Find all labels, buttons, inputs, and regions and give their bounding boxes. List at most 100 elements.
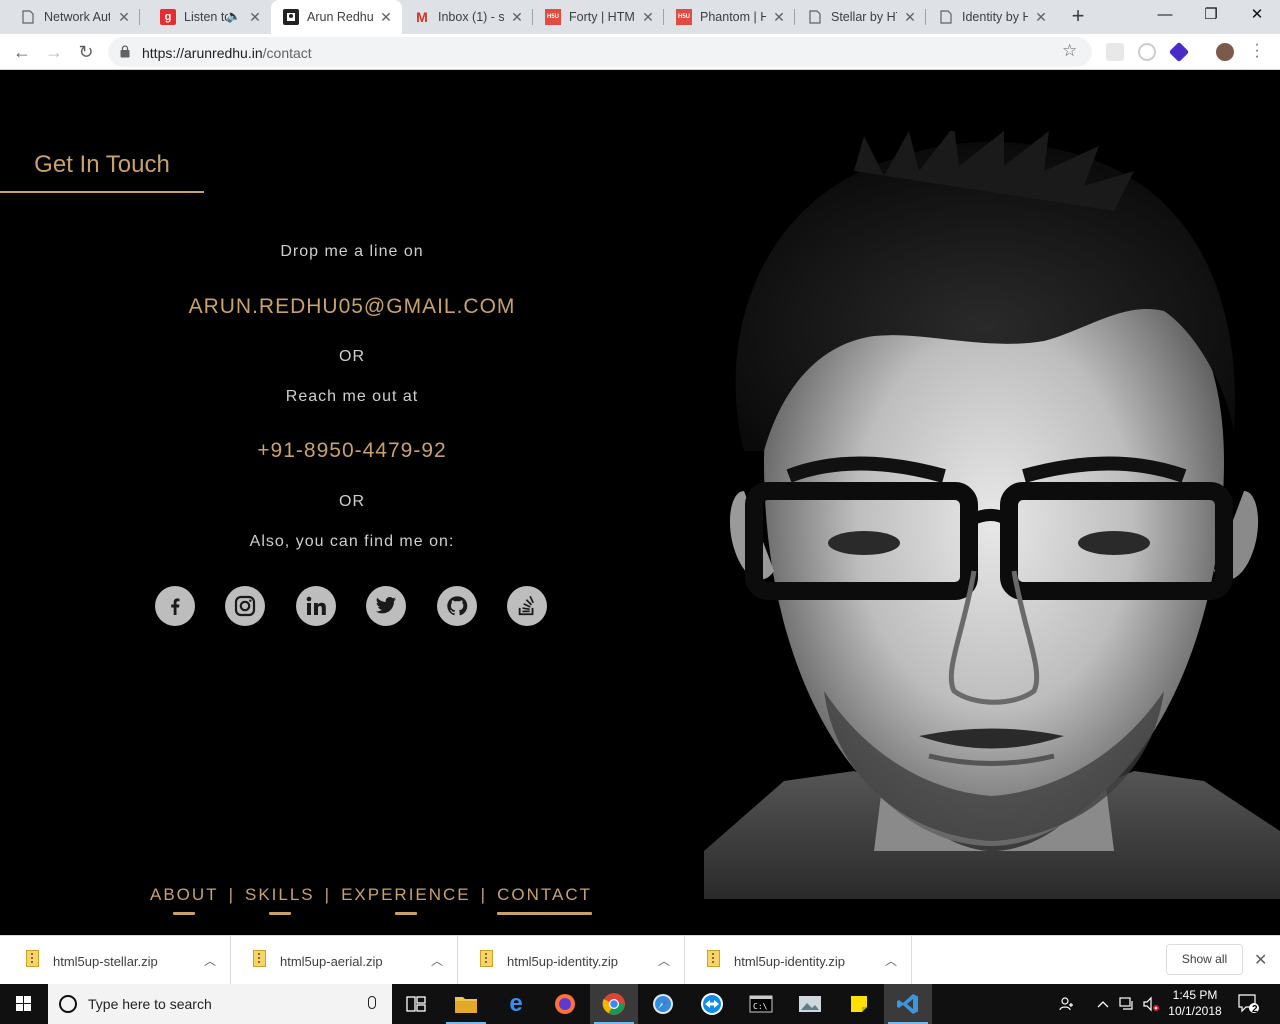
profile-avatar[interactable]	[1216, 43, 1234, 61]
download-item[interactable]: html5up-stellar.zip ︿	[4, 936, 231, 985]
html5up-icon: H5U	[676, 9, 692, 25]
show-all-button[interactable]: Show all	[1166, 944, 1243, 975]
facebook-icon[interactable]	[155, 586, 195, 626]
nav-separator: |	[228, 885, 235, 904]
new-tab-button[interactable]: +	[1066, 5, 1090, 29]
page-icon	[807, 9, 823, 25]
tab-arun-redhu[interactable]: Arun Redhu ✕	[271, 0, 402, 34]
instagram-icon[interactable]	[225, 586, 265, 626]
system-clock[interactable]: 1:45 PM 10/1/2018	[1160, 987, 1230, 1019]
chevron-up-icon[interactable]: ︿	[885, 952, 897, 969]
linkedin-icon[interactable]	[296, 586, 336, 626]
restore-button[interactable]: ❐	[1188, 0, 1234, 32]
extension-diamond-icon[interactable]	[1168, 41, 1190, 63]
url-path: /contact	[262, 45, 312, 61]
svg-text:C:\: C:\	[753, 1002, 768, 1011]
chevron-up-icon[interactable]: ︿	[658, 952, 670, 969]
firefox-icon[interactable]	[541, 984, 589, 1024]
reload-button[interactable]: ↻	[74, 40, 98, 64]
tab-title: Forty | HTML	[569, 10, 635, 24]
close-icon[interactable]: ✕	[116, 9, 132, 25]
nav-separator: |	[324, 885, 332, 904]
download-item[interactable]: html5up-aerial.zip ︿	[231, 936, 458, 985]
file-explorer-icon[interactable]	[442, 984, 490, 1024]
notifications-icon[interactable]: 2	[1234, 984, 1264, 1024]
extension-circle-icon[interactable]	[1138, 43, 1156, 61]
tab-stellar[interactable]: Stellar by HT ✕	[795, 0, 926, 34]
nav-skills-link[interactable]: SKILLS	[245, 885, 315, 915]
or-text: OR	[339, 348, 365, 365]
safari-icon[interactable]	[639, 984, 687, 1024]
photos-app-icon[interactable]	[786, 984, 834, 1024]
download-filename: html5up-aerial.zip	[280, 954, 383, 969]
chrome-icon[interactable]	[590, 984, 638, 1024]
tab-network[interactable]: Network Aut ✕	[0, 0, 140, 34]
chevron-up-icon[interactable]: ︿	[204, 952, 216, 969]
tab-strip: Network Aut ✕ g Listen to 🔈 ✕ Arun Redhu…	[0, 0, 1280, 34]
profile-photo	[704, 131, 1280, 899]
windows-taskbar: Type here to search e C:\ 1:45 PM 10/1/2…	[0, 984, 1280, 1024]
download-item[interactable]: html5up-identity.zip ︿	[458, 936, 685, 985]
nav-about-link[interactable]: ABOUT	[150, 885, 219, 915]
tab-gaana[interactable]: g Listen to 🔈 ✕	[140, 0, 271, 34]
tab-title: Listen to	[184, 10, 228, 24]
start-button[interactable]	[0, 984, 48, 1024]
bookmark-star-icon[interactable]: ☆	[1062, 41, 1077, 61]
download-filename: html5up-stellar.zip	[53, 954, 158, 969]
sticky-notes-icon[interactable]	[835, 984, 883, 1024]
close-icon[interactable]: ✕	[902, 9, 918, 25]
tab-forty[interactable]: H5U Forty | HTML ✕	[533, 0, 664, 34]
phone-link[interactable]: +91-8950-4479-92	[100, 439, 604, 463]
tab-title: Stellar by HT	[831, 10, 897, 24]
tab-gmail[interactable]: M Inbox (1) - s ✕	[402, 0, 533, 34]
back-button[interactable]: ←	[10, 40, 34, 64]
cortana-icon	[59, 995, 77, 1013]
menu-dots-icon[interactable]: · · ·	[1254, 37, 1260, 65]
vscode-icon[interactable]	[884, 984, 932, 1024]
close-icon[interactable]: ✕	[509, 9, 525, 25]
minimize-button[interactable]: —	[1142, 0, 1188, 32]
email-link[interactable]: ARUN.REDHU05@GMAIL.COM	[100, 295, 604, 319]
task-view-icon[interactable]	[392, 984, 440, 1024]
drop-line-text: Drop me a line on	[280, 243, 424, 260]
window-close-button[interactable]: ✕	[1234, 0, 1280, 32]
twitter-icon[interactable]	[366, 586, 406, 626]
extension-icon[interactable]	[1106, 43, 1124, 61]
tab-title: Network Aut	[44, 10, 110, 24]
download-item[interactable]: html5up-identity.zip ︿	[685, 936, 912, 985]
speaker-icon[interactable]: 🔈	[226, 9, 241, 23]
nav-contact-link[interactable]: CONTACT	[497, 885, 592, 915]
url-host: https://arunredhu.in	[142, 45, 263, 61]
volume-muted-icon[interactable]	[1140, 984, 1162, 1024]
close-icon[interactable]: ✕	[640, 9, 656, 25]
close-icon[interactable]: ✕	[1254, 950, 1267, 970]
stackoverflow-icon[interactable]	[507, 586, 547, 626]
close-icon[interactable]: ✕	[771, 9, 787, 25]
address-bar[interactable]: https://arunredhu.in/contact ☆	[108, 37, 1092, 67]
search-placeholder: Type here to search	[88, 996, 212, 1012]
tab-identity[interactable]: Identity by H ✕	[926, 0, 1057, 34]
zip-file-icon	[253, 950, 266, 967]
nav-experience-link[interactable]: EXPERIENCE	[341, 885, 471, 915]
edge-icon[interactable]: e	[492, 984, 540, 1024]
chevron-up-icon[interactable]: ︿	[431, 952, 443, 969]
close-icon[interactable]: ✕	[378, 9, 394, 25]
zip-file-icon	[480, 950, 493, 967]
teamviewer-icon[interactable]	[688, 984, 736, 1024]
github-icon[interactable]	[437, 586, 477, 626]
tab-phantom[interactable]: H5U Phantom | H ✕	[664, 0, 795, 34]
lock-icon[interactable]	[120, 45, 130, 58]
taskbar-search[interactable]: Type here to search	[48, 984, 392, 1024]
tab-title: Phantom | H	[700, 10, 766, 24]
close-icon[interactable]: ✕	[247, 9, 263, 25]
network-icon[interactable]	[1116, 984, 1138, 1024]
tab-title: Identity by H	[962, 10, 1028, 24]
download-filename: html5up-identity.zip	[507, 954, 619, 969]
terminal-icon[interactable]: C:\	[737, 984, 785, 1024]
microphone-icon[interactable]	[368, 996, 376, 1009]
forward-button[interactable]: →	[42, 40, 66, 64]
chevron-up-icon[interactable]	[1094, 984, 1112, 1024]
close-icon[interactable]: ✕	[1033, 9, 1049, 25]
people-icon[interactable]	[1056, 984, 1078, 1024]
reach-text: Reach me out at	[285, 388, 419, 405]
